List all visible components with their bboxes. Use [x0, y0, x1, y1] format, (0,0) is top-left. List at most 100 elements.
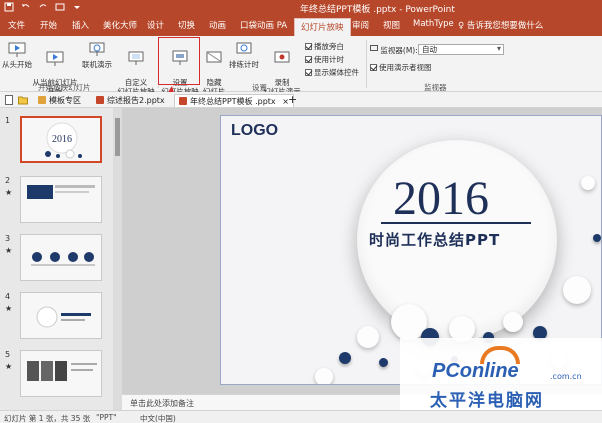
- tab-design[interactable]: 设计: [147, 19, 164, 31]
- from-beginning-label: 从头开始: [2, 60, 32, 69]
- decor-bubble: [339, 352, 351, 364]
- present-online-button[interactable]: 联机演示: [80, 40, 114, 69]
- thumbnail-number: 2: [5, 176, 11, 185]
- rehearse-timings-label: 排练计时: [229, 60, 259, 69]
- custom-slideshow-icon: [128, 51, 144, 65]
- decor-bubble: [503, 312, 523, 332]
- title-underline: [381, 222, 531, 224]
- checkbox-checked-icon[interactable]: [305, 56, 312, 63]
- tab-review-report[interactable]: 综述报告2.pptx: [92, 94, 169, 107]
- thumbnail-4-preview: [36, 306, 91, 328]
- year-end-template-label: 年终总结PPT模板 .pptx: [190, 97, 276, 106]
- theme-status: "PPT": [96, 413, 117, 422]
- watermark-cn: 太平洋电脑网: [430, 391, 544, 411]
- review-report-label: 综述报告2.pptx: [107, 96, 165, 105]
- tab-insert[interactable]: 插入: [72, 19, 89, 31]
- slide-thumbnail-3[interactable]: [20, 234, 102, 281]
- highlight-box: [158, 37, 200, 85]
- play-narrations-label: 播放旁白: [314, 42, 344, 51]
- new-document-icon[interactable]: [4, 95, 14, 105]
- tab-slideshow[interactable]: 幻灯片放映: [294, 18, 351, 36]
- checkbox-show-media-controls[interactable]: 显示媒体控件: [305, 67, 359, 78]
- decor-bubble: [315, 368, 333, 384]
- checkbox-checked-icon[interactable]: [305, 43, 312, 50]
- monitor-select[interactable]: 自动: [418, 44, 504, 55]
- slideshow-start-icon: [8, 42, 26, 57]
- slide-thumbnail-4[interactable]: [20, 292, 102, 339]
- ribbon-separator: [366, 40, 367, 88]
- use-timings-label: 使用计时: [314, 55, 344, 64]
- thumbnail-number: 5: [5, 350, 11, 359]
- pptx-icon: [179, 97, 187, 105]
- tab-review[interactable]: 审阅: [352, 19, 369, 31]
- status-bar: 幻灯片 第 1 张，共 35 张 "PPT" 中文(中国): [0, 410, 602, 423]
- slide-year: 2016: [393, 172, 489, 225]
- slide-thumbnail-2[interactable]: [20, 176, 102, 223]
- ribbon-body: 从头开始 从当前幻灯片 开始 联机演示 自定义 幻灯片放映 开始放映幻灯片 设置…: [0, 36, 602, 96]
- checkbox-checked-icon[interactable]: [370, 64, 377, 71]
- decor-bubble: [357, 326, 379, 348]
- checkbox-use-timings[interactable]: 使用计时: [305, 54, 344, 65]
- show-media-controls-label: 显示媒体控件: [314, 68, 359, 77]
- watermark-name: PConline: [432, 360, 519, 382]
- decor-bubble: [563, 276, 591, 304]
- window-title: 年终总结PPT模板 .pptx - PowerPoint: [300, 5, 455, 15]
- animation-star-icon: ★: [5, 246, 13, 255]
- slide-count-status: 幻灯片 第 1 张，共 35 张: [4, 414, 91, 423]
- slide-thumbnail-5[interactable]: [20, 350, 102, 397]
- thumbnail-number: 3: [5, 234, 11, 243]
- title-bar: 年终总结PPT模板 .pptx - PowerPoint: [0, 0, 602, 16]
- from-beginning-button[interactable]: 从头开始: [2, 40, 32, 69]
- animation-star-icon: ★: [5, 304, 13, 313]
- start-slideshow-icon[interactable]: [55, 2, 65, 13]
- undo-icon[interactable]: [21, 2, 31, 13]
- checkbox-presenter-view[interactable]: 使用演示者视图: [370, 62, 432, 73]
- tab-beautify[interactable]: 美化大师: [103, 19, 137, 31]
- thumbnail-1-preview: 2016: [45, 122, 82, 159]
- tell-me-search[interactable]: ♀ 告诉我您想要做什么: [458, 19, 543, 31]
- checkbox-checked-icon[interactable]: [305, 69, 312, 76]
- slide-logo: LOGO: [231, 122, 279, 139]
- tab-view[interactable]: 视图: [383, 19, 400, 31]
- checkbox-play-narrations[interactable]: 播放旁白: [305, 41, 344, 52]
- rehearse-timings-button[interactable]: 排练计时: [228, 40, 260, 69]
- scrollbar-thumb[interactable]: [115, 118, 120, 156]
- document-tabs: 模板专区 综述报告2.pptx 年终总结PPT模板 .pptx × +: [0, 92, 602, 108]
- tab-home[interactable]: 开始: [40, 19, 57, 31]
- presenter-view-label: 使用演示者视图: [379, 63, 432, 72]
- pptx-icon: [96, 96, 104, 104]
- hide-slide-button[interactable]: 隐藏 幻灯片: [201, 40, 227, 96]
- language-status[interactable]: 中文(中国): [140, 413, 176, 423]
- thumbnail-number: 4: [5, 292, 11, 301]
- slide-thumbnail-1[interactable]: 2016: [20, 116, 102, 163]
- quick-access-toolbar: [4, 2, 82, 13]
- folder-icon[interactable]: [18, 95, 28, 105]
- customize-qat-icon[interactable]: [72, 2, 82, 13]
- thumbnail-5-preview: [27, 361, 97, 381]
- monitor-label: 监视器(M):: [380, 46, 418, 55]
- thumbnail-scrollbar[interactable]: [113, 108, 122, 410]
- tab-template-zone[interactable]: 模板专区: [34, 94, 85, 107]
- tab-file[interactable]: 文件: [8, 19, 25, 31]
- save-icon[interactable]: [4, 2, 14, 13]
- tab-transitions[interactable]: 切换: [178, 19, 195, 31]
- tab-animations[interactable]: 动画: [209, 19, 226, 31]
- tab-mathtype[interactable]: MathType: [413, 19, 454, 29]
- thumbnail-2-preview: [27, 185, 95, 199]
- add-tab-button[interactable]: +: [284, 92, 301, 106]
- slideshow-current-icon: [46, 51, 64, 66]
- record-slideshow-button[interactable]: 录制 幻灯片演示: [261, 40, 303, 96]
- tab-year-end-template[interactable]: 年终总结PPT模板 .pptx ×: [174, 94, 294, 107]
- decor-bubble: [581, 176, 595, 190]
- template-zone-icon: [38, 96, 46, 104]
- watermark-domain: .com.cn: [550, 372, 582, 381]
- tab-pocket-animation[interactable]: 口袋动画 PA: [240, 19, 287, 31]
- animation-star-icon: ★: [5, 362, 13, 371]
- svg-text:2016: 2016: [52, 134, 72, 145]
- hide-slide-icon: [206, 51, 222, 63]
- ribbon-tabs: 文件 开始 插入 美化大师 设计 切换 动画 口袋动画 PA 幻灯片放映 审阅 …: [0, 16, 602, 36]
- record-icon: [274, 51, 290, 63]
- redo-icon[interactable]: [38, 2, 48, 13]
- stopwatch-icon: [236, 42, 252, 54]
- decor-bubble: [379, 358, 388, 367]
